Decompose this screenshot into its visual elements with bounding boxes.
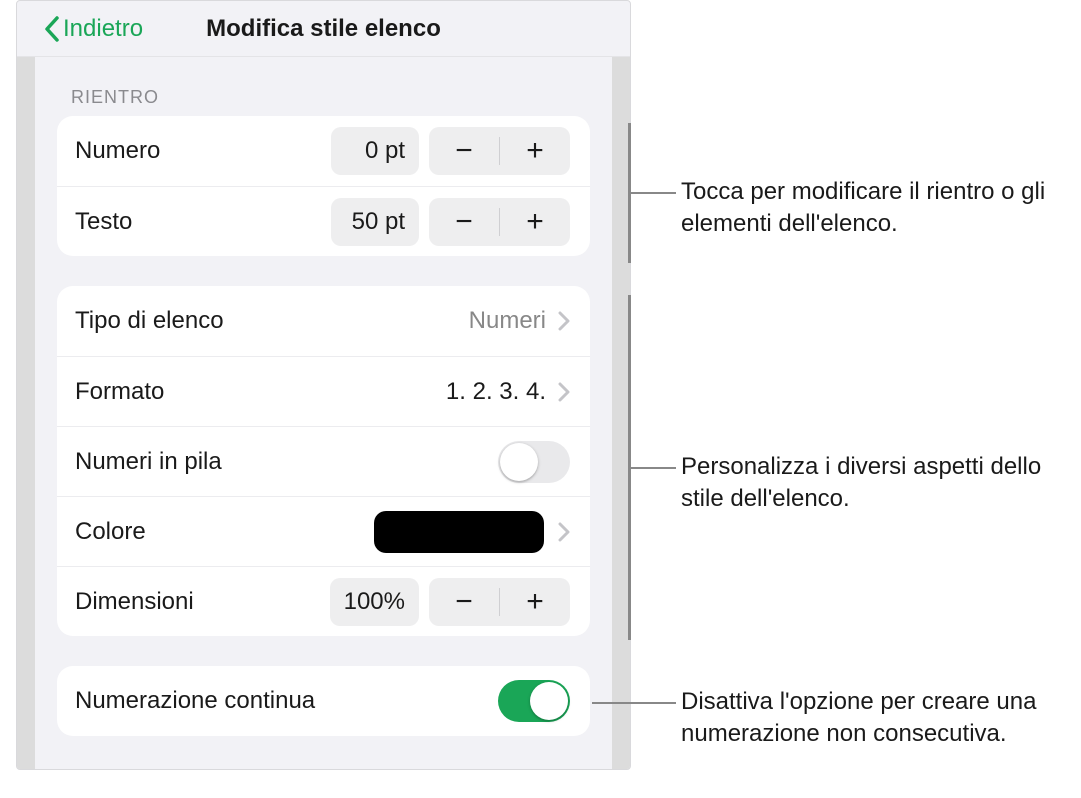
value-indent-text[interactable]: 50 pt	[331, 198, 419, 246]
label-tiered-numbers: Numeri in pila	[75, 448, 498, 476]
callout-line	[592, 702, 676, 704]
row-size: Dimensioni 100% − +	[57, 566, 590, 636]
value-size[interactable]: 100%	[330, 578, 419, 626]
label-indent-text: Testo	[75, 208, 331, 236]
callout-style: Personalizza i diversi aspetti dello sti…	[681, 451, 1081, 515]
row-tiered-numbers: Numeri in pila	[57, 426, 590, 496]
settings-panel: Indietro Modifica stile elenco RIENTRO N…	[16, 0, 631, 770]
row-continue-numbering: Numerazione continua	[57, 666, 590, 736]
stepper-plus-button[interactable]: +	[500, 198, 570, 246]
chevron-right-icon	[558, 382, 570, 402]
chevron-right-icon	[558, 311, 570, 331]
panel-shade-left	[17, 1, 35, 769]
toggle-knob	[530, 682, 568, 720]
row-indent-number: Numero 0 pt − +	[57, 116, 590, 186]
label-list-type: Tipo di elenco	[75, 307, 469, 335]
callout-indent: Tocca per modificare il rientro o gli el…	[681, 176, 1081, 240]
stepper-plus-button[interactable]: +	[500, 127, 570, 175]
stepper-size: − +	[429, 578, 570, 626]
label-color: Colore	[75, 518, 374, 546]
toggle-knob	[500, 443, 538, 481]
panel-header: Indietro Modifica stile elenco	[17, 1, 630, 57]
callouts-layer: Tocca per modificare il rientro o gli el…	[631, 0, 1081, 798]
color-swatch	[374, 511, 544, 553]
stepper-indent-text: − +	[429, 198, 570, 246]
style-group: Tipo di elenco Numeri Formato 1. 2. 3. 4…	[57, 286, 590, 636]
indent-group: Numero 0 pt − + Testo 50 pt − +	[57, 116, 590, 256]
back-label: Indietro	[63, 15, 143, 43]
row-color[interactable]: Colore	[57, 496, 590, 566]
label-indent-number: Numero	[75, 137, 331, 165]
value-indent-number[interactable]: 0 pt	[331, 127, 419, 175]
row-format[interactable]: Formato 1. 2. 3. 4.	[57, 356, 590, 426]
stepper-indent-number: − +	[429, 127, 570, 175]
value-list-type: Numeri	[469, 307, 546, 335]
row-indent-text: Testo 50 pt − +	[57, 186, 590, 256]
callout-line	[628, 467, 676, 469]
stepper-minus-button[interactable]: −	[429, 127, 499, 175]
chevron-right-icon	[558, 522, 570, 542]
chevron-left-icon	[43, 15, 61, 43]
label-continue-numbering: Numerazione continua	[75, 687, 498, 715]
row-list-type[interactable]: Tipo di elenco Numeri	[57, 286, 590, 356]
stepper-plus-button[interactable]: +	[500, 578, 570, 626]
toggle-continue-numbering[interactable]	[498, 680, 570, 722]
stepper-minus-button[interactable]: −	[429, 578, 499, 626]
back-button[interactable]: Indietro	[17, 15, 143, 43]
label-format: Formato	[75, 378, 446, 406]
continue-group: Numerazione continua	[57, 666, 590, 736]
section-header-indent: RIENTRO	[17, 57, 630, 116]
toggle-tiered-numbers[interactable]	[498, 441, 570, 483]
label-size: Dimensioni	[75, 588, 330, 616]
value-format: 1. 2. 3. 4.	[446, 378, 546, 406]
stepper-minus-button[interactable]: −	[429, 198, 499, 246]
callout-line	[628, 192, 676, 194]
callout-continue: Disattiva l'opzione per creare una numer…	[681, 686, 1081, 750]
